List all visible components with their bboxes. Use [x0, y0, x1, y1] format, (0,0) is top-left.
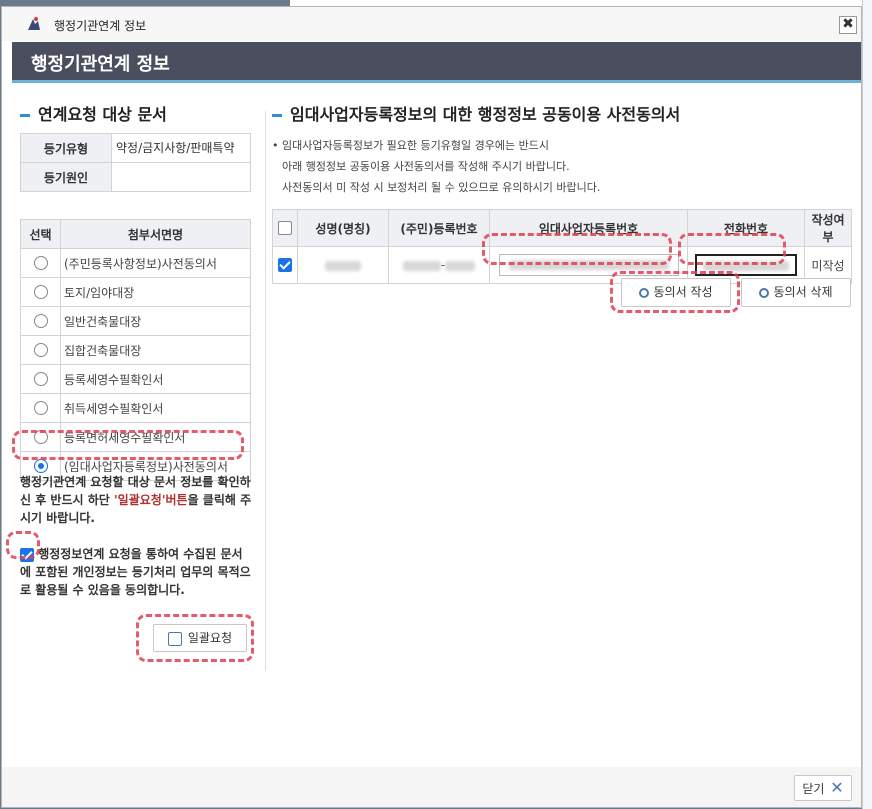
consent-text: 행정정보연계 요청을 통하여 수집된 문서에 포함된 개인정보는 등기처리 업무…: [20, 547, 251, 597]
dialog-window: 행정기관연계 정보 ✖ 행정기관연계 정보 연계요청 대상 문서 등기유형 약정…: [1, 6, 862, 808]
column-header-doc-name: 첨부서면명: [60, 219, 251, 249]
table-row: 등기유형 약정/금지사항/판매특약: [20, 133, 251, 163]
page-header: 행정기관연계 정보: [12, 42, 861, 83]
notice-text: 행정기관연계 요청할 대상 문서 정보를 확인하신 후 반드시 하단 '일괄요청…: [20, 475, 252, 525]
doc-name: 집합건축물대장: [60, 335, 251, 365]
highlight-consent-checkbox: [6, 531, 40, 559]
highlight-write-button: [610, 271, 740, 313]
table-row: 등록세영수필확인서: [20, 364, 251, 394]
right-section-title: 임대사업자등록정보의 대한 행정정보 공동이용 사전동의서: [272, 101, 680, 125]
info-value: [111, 162, 251, 192]
doc-name: 일반건축물대장: [60, 306, 251, 336]
redacted-reg-no: [402, 260, 441, 271]
highlight-lessor-no: [482, 233, 672, 265]
info-key: 등기원인: [20, 162, 112, 192]
column-header-select: 선택: [20, 219, 61, 249]
redacted-name: [325, 260, 361, 271]
redacted-reg-no: [445, 260, 476, 271]
doc-radio[interactable]: [33, 343, 48, 358]
table-row: (주민등록사항정보)사전동의서: [20, 248, 251, 278]
table-header-row: 선택 첨부서면명: [20, 219, 251, 249]
section-bar-icon: [20, 114, 30, 117]
doc-name: 등록세영수필확인서: [60, 364, 251, 394]
doc-name: 토지/임야대장: [60, 277, 251, 307]
table-row: 토지/임야대장: [20, 277, 251, 307]
guidance-line: 사전동의서 미 작성 시 보정처리 될 수 있으므로 유의하시기 바랍니다.: [282, 181, 601, 194]
window-title: 행정기관연계 정보: [54, 19, 147, 33]
page-title: 행정기관연계 정보: [31, 54, 170, 75]
row-checkbox[interactable]: [278, 258, 292, 273]
guidance-text: • 임대사업자등록정보가 필요한 등기유형일 경우에는 반드시 아래 행정정보 …: [272, 135, 600, 198]
doc-info-table: 등기유형 약정/금지사항/판매특약 등기원인: [20, 133, 251, 192]
doc-radio[interactable]: [33, 314, 48, 329]
info-key: 등기유형: [20, 133, 112, 163]
table-row: 일반건축물대장: [20, 306, 251, 336]
doc-radio[interactable]: [33, 285, 48, 300]
table-row: 집합건축물대장: [20, 335, 251, 365]
column-header-name: 성명(명칭): [297, 209, 389, 247]
doc-radio[interactable]: [33, 256, 48, 271]
highlight-phone: [678, 233, 786, 265]
dialog-footer: 닫기 ✕: [2, 767, 861, 807]
column-header-reg-no: (주민)등록번호: [388, 209, 490, 247]
section-bar-icon: [272, 114, 282, 117]
guidance-line: 아래 행정정보 공동이용 사전동의서를 작성해 주시기 바랍니다.: [282, 160, 570, 173]
column-divider: [265, 111, 266, 671]
guidance-line: • 임대사업자등록정보가 필요한 등기유형일 경우에는 반드시: [272, 139, 549, 152]
info-value: 약정/금지사항/판매특약: [111, 133, 251, 163]
background-page-edge: [862, 0, 872, 809]
doc-name: (주민등록사항정보)사전동의서: [60, 248, 251, 278]
notice-emphasis: '일괄요청'버튼: [114, 493, 188, 507]
column-header-status: 작성여부: [804, 209, 852, 247]
highlight-selected-doc: [12, 430, 244, 460]
bullet-icon: [759, 287, 770, 298]
close-icon[interactable]: ✖: [839, 16, 857, 34]
highlight-bulk-button: [136, 614, 254, 662]
delete-consent-button[interactable]: 동의서 삭제: [741, 278, 851, 307]
consent-block: 행정정보연계 요청을 통하여 수집된 문서에 포함된 개인정보는 등기처리 업무…: [20, 545, 252, 599]
table-row: 취득세영수필확인서: [20, 393, 251, 423]
close-button[interactable]: 닫기 ✕: [794, 775, 852, 801]
doc-radio[interactable]: [33, 401, 48, 416]
close-x-icon: ✕: [830, 778, 844, 797]
doc-name: 취득세영수필확인서: [60, 393, 251, 423]
doc-radio-selected[interactable]: [33, 459, 48, 474]
app-logo-icon: [28, 17, 40, 30]
table-row: 등기원인: [20, 162, 251, 192]
left-section-title: 연계요청 대상 문서: [20, 101, 167, 125]
doc-radio[interactable]: [33, 372, 48, 387]
select-all-checkbox[interactable]: [278, 221, 292, 236]
title-bar: 행정기관연계 정보 ✖: [2, 7, 861, 41]
